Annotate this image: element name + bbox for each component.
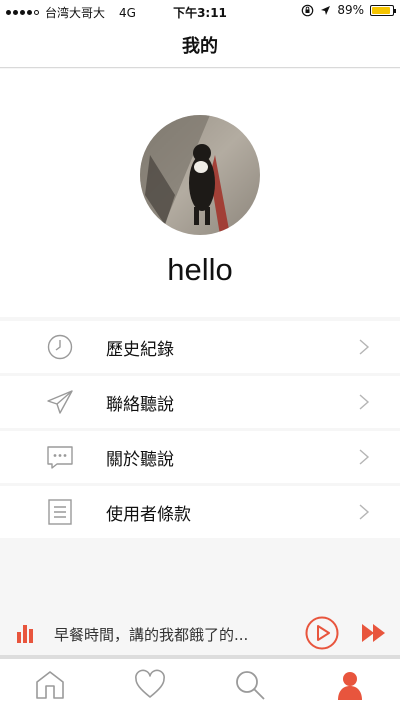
now-playing-title[interactable]: 早餐時間，講的我都餓了的... (54, 624, 294, 645)
battery-fill (372, 6, 390, 14)
audio-bars-icon (17, 625, 33, 643)
username: hello (167, 252, 233, 287)
menu-item-label: 歷史紀錄 (106, 339, 174, 360)
tab-profile[interactable] (300, 659, 400, 711)
chat-bubble-icon (47, 446, 73, 469)
menu-item-label: 使用者條款 (106, 504, 191, 525)
page-title: 我的 (182, 35, 218, 57)
profile-section: hello (0, 69, 400, 317)
menu-item-history[interactable]: 歷史紀錄 (0, 321, 400, 373)
chevron-right-icon (359, 394, 370, 410)
menu-item-label: 關於聽說 (106, 449, 174, 470)
mini-player[interactable]: 早餐時間，講的我都餓了的... (0, 607, 400, 657)
menu-item-label: 聯絡聽說 (106, 394, 174, 415)
home-icon (36, 671, 64, 699)
tab-home[interactable] (0, 659, 100, 711)
navigation-bar: 我的 (0, 22, 400, 68)
status-right: 89% (301, 3, 396, 17)
user-icon (338, 672, 362, 700)
battery-percent: 89% (337, 3, 364, 17)
tab-bar (0, 659, 400, 711)
avatar[interactable] (140, 115, 260, 235)
heart-icon (135, 669, 165, 698)
settings-menu: 歷史紀錄 聯絡聽說 關於聽說 使用者條款 (0, 321, 400, 541)
menu-item-terms[interactable]: 使用者條款 (0, 486, 400, 538)
status-bar: 台湾大哥大 4G 下午3:11 89% (0, 0, 400, 22)
search-icon (236, 671, 265, 700)
chevron-right-icon (359, 339, 370, 355)
tab-favorites[interactable] (100, 659, 200, 711)
tab-search[interactable] (200, 659, 300, 711)
menu-item-about[interactable]: 關於聽說 (0, 431, 400, 483)
battery-icon (370, 4, 396, 16)
location-arrow-icon (321, 5, 331, 15)
chevron-right-icon (359, 449, 370, 465)
avatar-photo (140, 115, 260, 235)
document-icon (48, 499, 72, 525)
send-plane-icon (47, 390, 73, 414)
play-button[interactable] (305, 616, 339, 650)
menu-item-contact[interactable]: 聯絡聽說 (0, 376, 400, 428)
chevron-right-icon (359, 504, 370, 520)
history-clock-icon (47, 334, 73, 360)
fast-forward-button[interactable] (361, 622, 387, 644)
rotation-lock-icon (302, 4, 314, 16)
